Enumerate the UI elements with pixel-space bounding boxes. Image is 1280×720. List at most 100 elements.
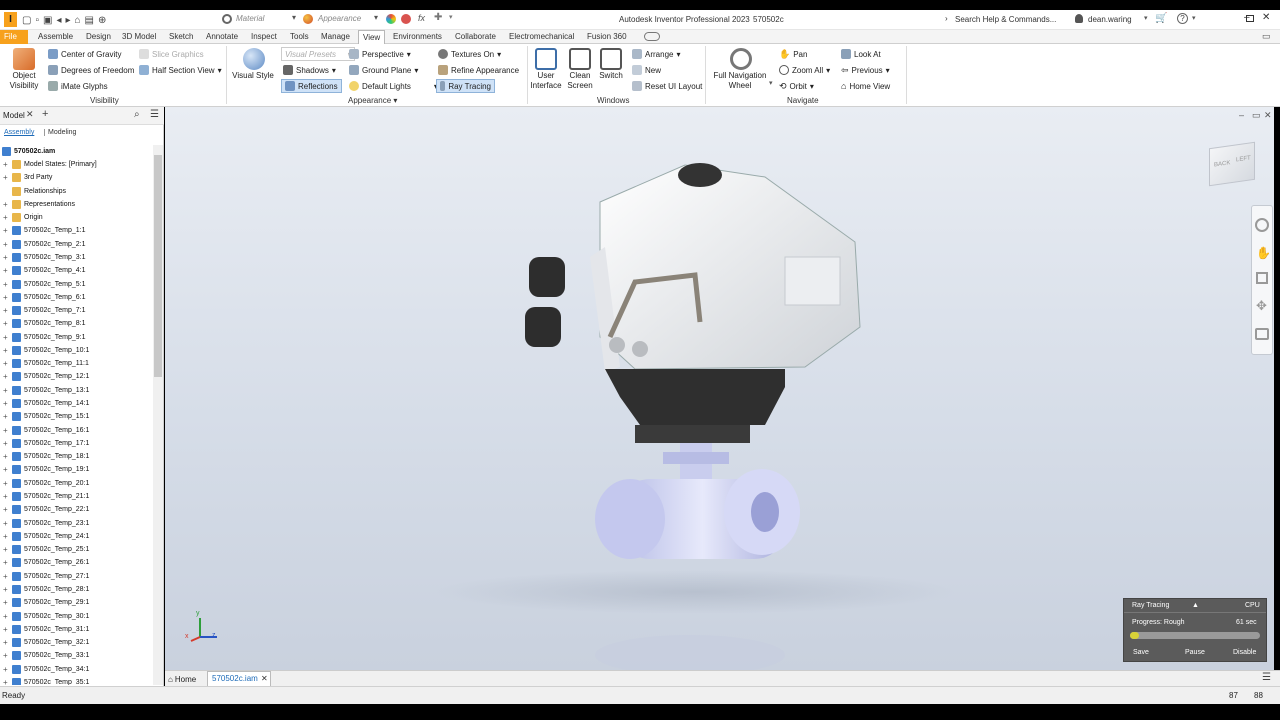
expand-icon[interactable]: +: [3, 583, 8, 596]
clear-appearance-icon[interactable]: [401, 14, 411, 24]
tree-item[interactable]: +570502c_Temp_2:1: [0, 238, 150, 251]
expand-icon[interactable]: +: [3, 649, 8, 662]
tree-item[interactable]: + Model States: [Primary]: [0, 158, 150, 171]
expand-icon[interactable]: +: [3, 397, 8, 410]
expand-icon[interactable]: +: [3, 224, 8, 237]
tab-inspect[interactable]: Inspect: [247, 30, 281, 44]
reflections-button[interactable]: Reflections: [281, 79, 342, 93]
expand-icon[interactable]: +: [3, 264, 8, 277]
expand-icon[interactable]: +: [3, 304, 8, 317]
quick-access-icons[interactable]: ▢▫▣◂▸⌂▤⊕: [22, 15, 110, 26]
expand-icon[interactable]: +: [3, 636, 8, 649]
tree-item[interactable]: +570502c_Temp_29:1: [0, 596, 150, 609]
perspective-button[interactable]: Perspective ▾: [349, 47, 411, 61]
switch-button[interactable]: Switch: [596, 71, 626, 81]
tree-item[interactable]: +570502c_Temp_14:1: [0, 397, 150, 410]
tab-assembly[interactable]: Assembly: [4, 129, 34, 136]
close-icon[interactable]: ✕: [1262, 12, 1270, 23]
expand-icon[interactable]: +: [3, 251, 8, 264]
menu-icon[interactable]: ☰: [1262, 672, 1271, 683]
tree-item[interactable]: +570502c_Temp_5:1: [0, 278, 150, 291]
tab-view[interactable]: View: [358, 30, 386, 44]
clean-screen-button[interactable]: Clean Screen: [563, 71, 597, 91]
appearance-dropdown[interactable]: Appearance: [318, 14, 361, 23]
close-icon[interactable]: ✕: [26, 109, 34, 120]
save-button[interactable]: Save: [1133, 649, 1149, 656]
tree-item[interactable]: +570502c_Temp_34:1: [0, 663, 150, 676]
center-of-gravity-button[interactable]: Center of Gravity: [48, 47, 121, 61]
chevron-down-icon[interactable]: ▾: [393, 96, 397, 105]
expand-icon[interactable]: +: [3, 543, 8, 556]
previous-view-button[interactable]: ⇦ Previous ▾: [841, 63, 890, 77]
tab-environments[interactable]: Environments: [389, 30, 446, 44]
tree-item[interactable]: +570502c_Temp_3:1: [0, 251, 150, 264]
object-visibility-button[interactable]: Object Visibility: [2, 71, 46, 91]
tab-3d-model[interactable]: 3D Model: [118, 30, 160, 44]
expand-icon[interactable]: +: [3, 198, 8, 211]
tab-design[interactable]: Design: [82, 30, 115, 44]
tree-item[interactable]: +570502c_Temp_13:1: [0, 384, 150, 397]
chevron-down-icon[interactable]: ▾: [374, 13, 378, 22]
search-icon[interactable]: ⌕: [134, 109, 140, 120]
expand-icon[interactable]: +: [3, 663, 8, 676]
pan-hand-icon[interactable]: ✋: [1256, 246, 1271, 260]
tree-item[interactable]: +570502c_Temp_31:1: [0, 623, 150, 636]
chevron-down-icon[interactable]: ▾: [769, 79, 773, 87]
tab-assemble[interactable]: Assemble: [34, 30, 77, 44]
expand-icon[interactable]: +: [3, 463, 8, 476]
search-help-input[interactable]: Search Help & Commands...: [955, 15, 1056, 24]
tab-annotate[interactable]: Annotate: [202, 30, 242, 44]
expand-icon[interactable]: +: [3, 278, 8, 291]
view-cube[interactable]: BACK LEFT: [1209, 141, 1255, 187]
slice-graphics-button[interactable]: Slice Graphics: [139, 47, 204, 61]
valve-model[interactable]: [165, 107, 1274, 670]
tree-item[interactable]: +570502c_Temp_22:1: [0, 503, 150, 516]
tree-item[interactable]: +570502c_Temp_25:1: [0, 543, 150, 556]
ribbon-options-icon[interactable]: [644, 32, 660, 41]
expand-icon[interactable]: +: [3, 370, 8, 383]
chevron-down-icon[interactable]: ▾: [1144, 14, 1148, 22]
tab-collaborate[interactable]: Collaborate: [451, 30, 500, 44]
tab-sketch[interactable]: Sketch: [165, 30, 197, 44]
expand-icon[interactable]: +: [3, 410, 8, 423]
orbit-icon[interactable]: ✥: [1256, 298, 1267, 314]
add-icon[interactable]: ✚: [434, 12, 442, 23]
expand-icon[interactable]: +: [3, 570, 8, 583]
minimize-icon[interactable]: –: [1239, 110, 1244, 120]
user-interface-button[interactable]: User Interface: [527, 71, 565, 91]
expand-icon[interactable]: +: [3, 291, 8, 304]
expand-icon[interactable]: +: [3, 450, 8, 463]
tree-item[interactable]: +570502c_Temp_35:1: [0, 676, 150, 685]
expand-icon[interactable]: +: [3, 623, 8, 636]
expand-icon[interactable]: +: [3, 424, 8, 437]
expand-icon[interactable]: +: [3, 596, 8, 609]
menu-icon[interactable]: ☰: [150, 109, 159, 120]
expand-icon[interactable]: +: [3, 517, 8, 530]
default-lights-button[interactable]: Default Lights▾: [349, 79, 438, 93]
expand-icon[interactable]: +: [3, 676, 8, 685]
expand-icon[interactable]: +: [3, 437, 8, 450]
scrollbar-thumb[interactable]: [154, 155, 162, 377]
maximize-icon[interactable]: [1246, 15, 1254, 22]
degrees-of-freedom-button[interactable]: Degrees of Freedom: [48, 63, 134, 77]
cart-icon[interactable]: 🛒: [1155, 13, 1167, 24]
expand-icon[interactable]: +: [3, 610, 8, 623]
tree-item[interactable]: +570502c_Temp_30:1: [0, 610, 150, 623]
tree-item[interactable]: +570502c_Temp_19:1: [0, 463, 150, 476]
fx-parameters-icon[interactable]: fx: [418, 13, 425, 23]
half-section-view-button[interactable]: Half Section View ▾: [139, 63, 222, 77]
tree-item[interactable]: Relationships: [0, 185, 150, 198]
customize-dropdown-icon[interactable]: ▾: [449, 13, 453, 21]
imate-glyphs-button[interactable]: iMate Glyphs: [48, 79, 108, 93]
expand-icon[interactable]: +: [3, 503, 8, 516]
color-override-icon[interactable]: [386, 14, 396, 24]
tab-file[interactable]: File: [0, 30, 28, 44]
tree-item[interactable]: + Representations: [0, 198, 150, 211]
tree-item[interactable]: +570502c_Temp_4:1: [0, 264, 150, 277]
ray-tracing-button[interactable]: Ray Tracing: [436, 79, 495, 93]
tree-item[interactable]: +570502c_Temp_18:1: [0, 450, 150, 463]
tree-item[interactable]: +570502c_Temp_10:1: [0, 344, 150, 357]
pan-button[interactable]: ✋ Pan: [779, 47, 807, 61]
tree-item[interactable]: +570502c_Temp_1:1: [0, 224, 150, 237]
add-icon[interactable]: +: [42, 108, 48, 120]
